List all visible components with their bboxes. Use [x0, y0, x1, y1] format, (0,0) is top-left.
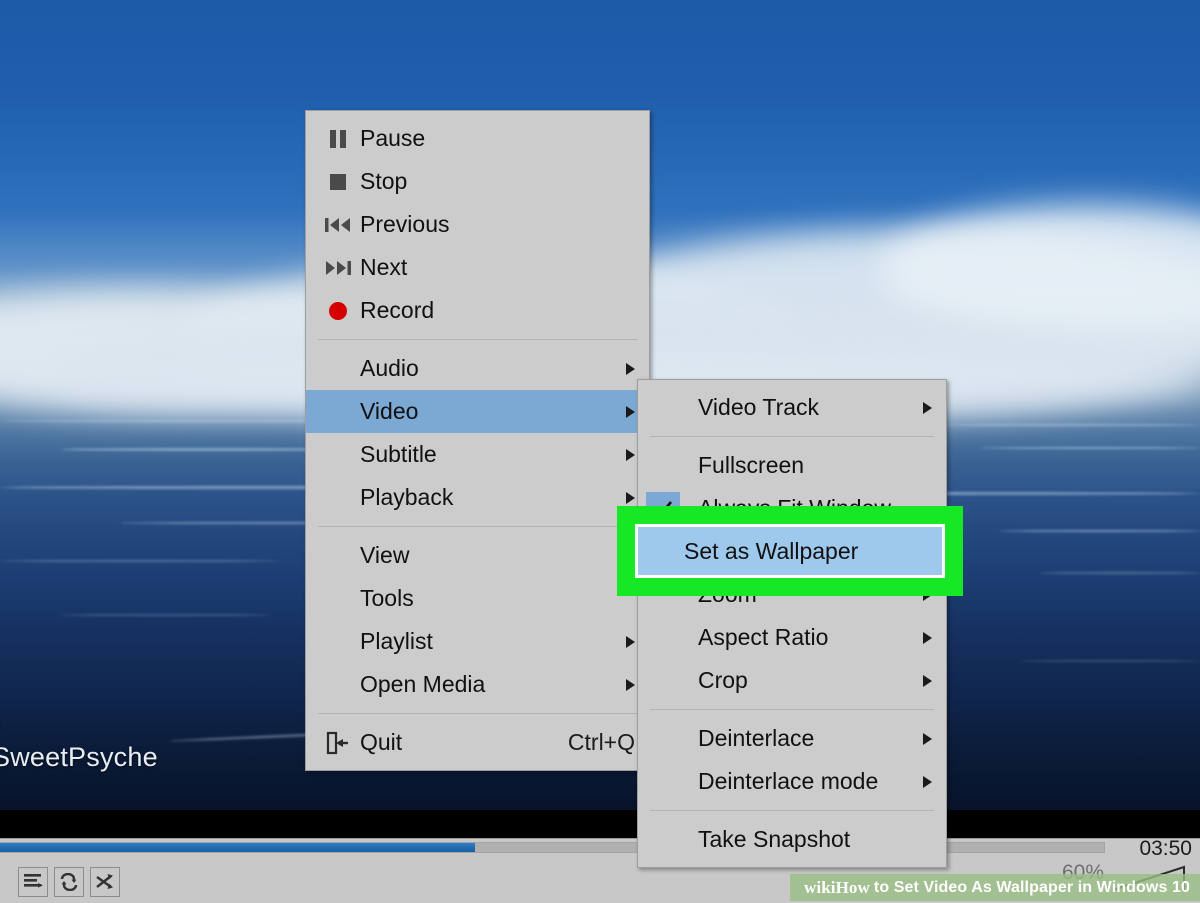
- pause-icon: [316, 127, 360, 151]
- previous-icon: [316, 214, 360, 236]
- menu-item-tools[interactable]: Tools: [306, 577, 649, 620]
- context-menu-root[interactable]: Pause Stop Previous Next Record Audio Video Sub…: [305, 110, 650, 771]
- menu-item-label: Video: [360, 398, 602, 425]
- annotation-highlight-label[interactable]: Set as Wallpaper: [635, 524, 945, 578]
- menu-item-label: Take Snapshot: [654, 826, 932, 853]
- osd-line-2: SweetPsyche: [0, 741, 158, 774]
- osd-line-1: ): [0, 708, 158, 741]
- wave-line: [940, 424, 1200, 426]
- watermark-wiki: wiki: [804, 878, 836, 898]
- menu-item-stop[interactable]: Stop: [306, 160, 649, 203]
- elapsed-time-label: 03:50: [1139, 837, 1192, 861]
- wave-line: [1020, 660, 1200, 662]
- vlc-player-screen: ) SweetPsyche 03:50: [0, 0, 1200, 903]
- submenu-arrow-icon: [923, 675, 932, 687]
- submenu-arrow-icon: [626, 406, 635, 418]
- menu-item-label: Fullscreen: [654, 452, 932, 479]
- submenu-arrow-icon: [626, 449, 635, 461]
- menu-item-audio[interactable]: Audio: [306, 347, 649, 390]
- menu-item-take-snapshot[interactable]: Take Snapshot: [638, 818, 946, 861]
- wave-line: [1040, 572, 1200, 574]
- playback-option-buttons: [18, 867, 120, 897]
- submenu-arrow-icon: [923, 632, 932, 644]
- menu-item-label: Quit: [360, 729, 534, 756]
- menu-item-label: Video Track: [654, 394, 899, 421]
- next-icon: [316, 257, 360, 279]
- submenu-arrow-icon: [626, 679, 635, 691]
- menu-item-label: Playlist: [360, 628, 602, 655]
- menu-item-label: Subtitle: [360, 441, 602, 468]
- menu-item-view[interactable]: View: [306, 534, 649, 577]
- submenu-arrow-icon: [923, 776, 932, 788]
- menu-item-label: Playback: [360, 484, 602, 511]
- menu-item-shortcut: Ctrl+Q: [568, 729, 635, 756]
- wave-line: [980, 447, 1200, 449]
- submenu-arrow-icon: [923, 402, 932, 414]
- menu-item-label: Next: [360, 254, 635, 281]
- submenu-arrow-icon: [626, 492, 635, 504]
- submenu-arrow-icon: [626, 363, 635, 375]
- menu-item-aspect-ratio[interactable]: Aspect Ratio: [638, 616, 946, 659]
- menu-item-record[interactable]: Record: [306, 289, 649, 332]
- menu-item-video-track[interactable]: Video Track: [638, 386, 946, 429]
- menu-item-label: View: [360, 542, 635, 569]
- shuffle-icon[interactable]: [90, 867, 120, 897]
- menu-separator: [318, 713, 637, 714]
- menu-separator: [650, 436, 934, 437]
- watermark-how: How: [836, 878, 870, 898]
- seek-bar-progress: [0, 843, 475, 852]
- record-icon: [316, 299, 360, 323]
- menu-item-label: Previous: [360, 211, 635, 238]
- loop-icon[interactable]: [54, 867, 84, 897]
- wikihow-watermark: wikiHowto Set Video As Wallpaper in Wind…: [790, 874, 1200, 901]
- menu-item-label: Open Media: [360, 671, 602, 698]
- menu-item-label: Stop: [360, 168, 635, 195]
- seek-row: 03:50: [0, 840, 1200, 855]
- annotation-highlight-box: Set as Wallpaper: [617, 506, 963, 596]
- menu-item-label: Aspect Ratio: [654, 624, 899, 651]
- menu-item-pause[interactable]: Pause: [306, 117, 649, 160]
- menu-item-label: Deinterlace mode: [654, 768, 899, 795]
- submenu-arrow-icon: [923, 733, 932, 745]
- menu-separator: [650, 709, 934, 710]
- playlist-icon[interactable]: [18, 867, 48, 897]
- menu-item-label: Pause: [360, 125, 635, 152]
- wave-line: [0, 560, 280, 562]
- quit-icon: [316, 730, 360, 756]
- menu-item-playlist[interactable]: Playlist: [306, 620, 649, 663]
- menu-item-deinterlace-mode[interactable]: Deinterlace mode: [638, 760, 946, 803]
- menu-item-playback[interactable]: Playback: [306, 476, 649, 519]
- video-osd-text: ) SweetPsyche: [0, 708, 158, 774]
- menu-item-open-media[interactable]: Open Media: [306, 663, 649, 706]
- menu-separator: [318, 339, 637, 340]
- menu-item-crop[interactable]: Crop: [638, 659, 946, 702]
- menu-item-next[interactable]: Next: [306, 246, 649, 289]
- menu-item-subtitle[interactable]: Subtitle: [306, 433, 649, 476]
- menu-separator: [318, 526, 637, 527]
- menu-item-label: Tools: [360, 585, 635, 612]
- menu-item-label: Crop: [654, 667, 899, 694]
- menu-item-deinterlace[interactable]: Deinterlace: [638, 717, 946, 760]
- menu-item-label: Record: [360, 297, 635, 324]
- context-menu-video[interactable]: Video TrackFullscreenAlways Fit WindowSe…: [637, 379, 947, 868]
- wave-line: [60, 614, 270, 616]
- menu-item-label: Audio: [360, 355, 602, 382]
- menu-item-video[interactable]: Video: [306, 390, 649, 433]
- menu-item-fullscreen[interactable]: Fullscreen: [638, 444, 946, 487]
- wave-line: [1000, 530, 1200, 532]
- menu-item-quit[interactable]: Quit Ctrl+Q: [306, 721, 649, 764]
- watermark-rest: to Set Video As Wallpaper in Windows 10: [874, 879, 1190, 897]
- menu-item-label: Deinterlace: [654, 725, 899, 752]
- player-control-bar: 03:50: [0, 838, 1200, 903]
- menu-item-previous[interactable]: Previous: [306, 203, 649, 246]
- stop-icon: [316, 170, 360, 194]
- letterbox-bar: [0, 810, 1200, 838]
- menu-separator: [650, 810, 934, 811]
- submenu-arrow-icon: [626, 636, 635, 648]
